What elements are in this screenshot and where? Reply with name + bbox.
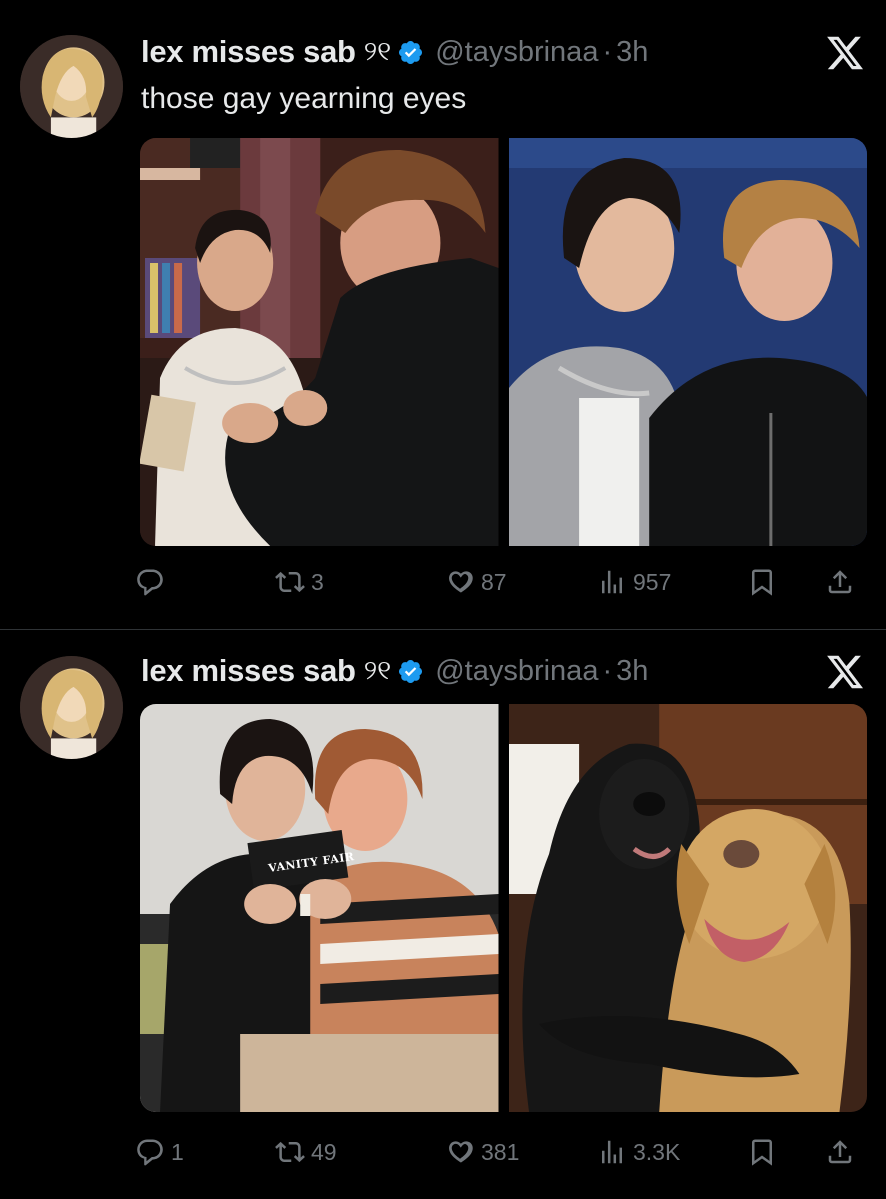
share-icon (828, 1140, 852, 1164)
tweet-card[interactable]: lex misses sab ୨୧ @taysbrinaa · 3h those… (0, 0, 886, 630)
reply-icon (137, 569, 163, 596)
views-count: 957 (633, 568, 672, 595)
like-button[interactable]: 381 (445, 1132, 519, 1172)
reply-count: 1 (171, 1138, 184, 1165)
like-icon (449, 1141, 473, 1163)
avatar[interactable] (20, 35, 123, 138)
like-icon (449, 571, 473, 593)
media-photo-right[interactable] (508, 138, 867, 546)
like-count: 381 (481, 1138, 520, 1165)
views-icon (602, 1140, 622, 1164)
reply-icon (137, 1139, 163, 1166)
tweet-header: lex misses sab ୨୧ @taysbrinaa · 3h (141, 32, 648, 72)
bookmark-button[interactable] (747, 562, 777, 602)
display-name[interactable]: lex misses sab (141, 653, 356, 689)
avatar-image (20, 35, 123, 138)
bookmark-button[interactable] (747, 1132, 777, 1172)
tweet-actions: 1 49 381 3.3K (135, 1132, 870, 1172)
photo-dogs-scene (508, 704, 867, 1112)
repost-count: 3 (311, 568, 324, 595)
reply-button[interactable] (135, 562, 171, 602)
tweet-actions: 3 87 957 (135, 562, 870, 602)
share-button[interactable] (825, 562, 855, 602)
timestamp[interactable]: 3h (616, 36, 648, 69)
separator-dot: · (602, 654, 613, 687)
avatar-image (20, 656, 123, 759)
photo-press-scene (508, 138, 867, 546)
media-photo-left[interactable] (140, 138, 499, 546)
handle[interactable]: @taysbrinaa (435, 655, 598, 688)
like-button[interactable]: 87 (445, 562, 507, 602)
handle[interactable]: @taysbrinaa (435, 36, 598, 69)
tweet-media[interactable] (140, 138, 867, 546)
views-button[interactable]: 3.3K (597, 1132, 680, 1172)
media-photo-left[interactable]: VANITY FAIR (140, 704, 499, 1112)
views-icon (602, 570, 622, 594)
separator-dot: · (602, 35, 613, 68)
photo-signing-scene (140, 138, 499, 546)
x-logo-icon[interactable] (825, 33, 865, 73)
share-icon (828, 570, 852, 594)
tweet-text: those gay yearning eyes (141, 82, 467, 115)
like-count: 87 (481, 568, 507, 595)
display-name[interactable]: lex misses sab (141, 34, 356, 70)
repost-button[interactable]: 3 (275, 562, 324, 602)
repost-icon (275, 571, 305, 593)
bookmark-icon (752, 569, 772, 596)
timestamp[interactable]: 3h (616, 655, 648, 688)
media-photo-right[interactable] (508, 704, 867, 1112)
repost-button[interactable]: 49 (275, 1132, 337, 1172)
tweet-card[interactable]: lex misses sab ୨୧ @taysbrinaa · 3h VANIT… (0, 630, 886, 1199)
avatar[interactable] (20, 656, 123, 759)
tweet-media[interactable]: VANITY FAIR (140, 704, 867, 1112)
name-emoji: ୨୧ (363, 36, 392, 67)
name-emoji: ୨୧ (363, 655, 392, 686)
verified-badge-icon (399, 40, 423, 64)
x-logo-icon[interactable] (825, 652, 865, 692)
repost-icon (275, 1141, 305, 1163)
share-button[interactable] (825, 1132, 855, 1172)
views-count: 3.3K (633, 1138, 681, 1165)
views-button[interactable]: 957 (597, 562, 671, 602)
bookmark-icon (752, 1139, 772, 1166)
reply-button[interactable]: 1 (135, 1132, 184, 1172)
tweet-header: lex misses sab ୨୧ @taysbrinaa · 3h (141, 651, 648, 691)
verified-badge-icon (399, 659, 423, 683)
repost-count: 49 (311, 1138, 337, 1165)
photo-magazine-scene (140, 704, 499, 1112)
